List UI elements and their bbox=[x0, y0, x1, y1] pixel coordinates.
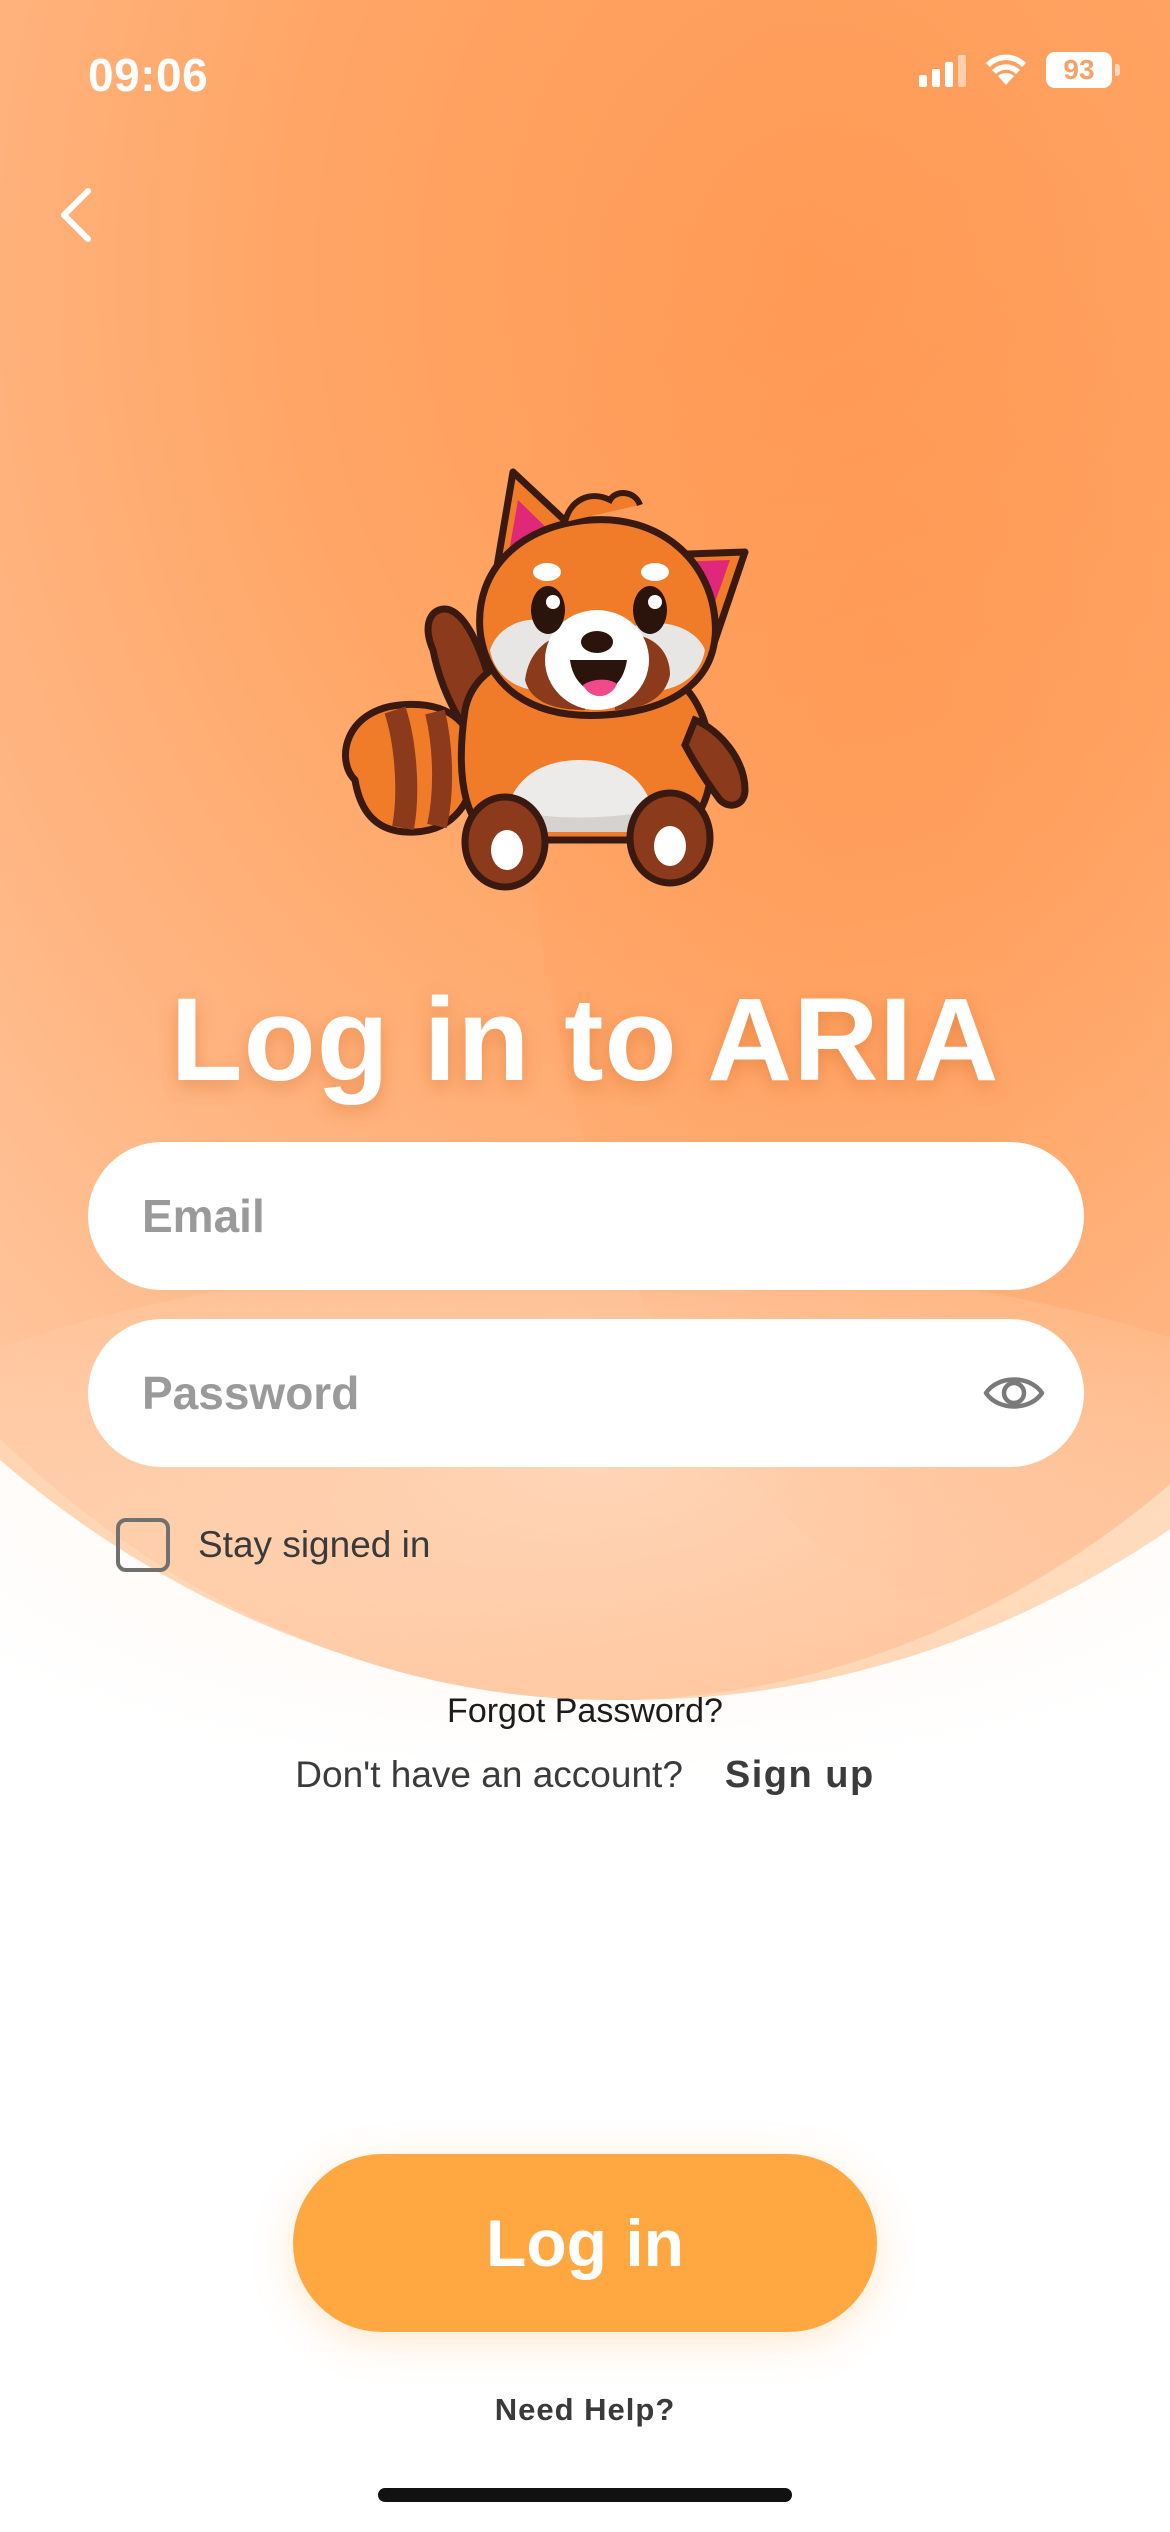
forgot-password-link[interactable]: Forgot Password? bbox=[447, 1692, 723, 1730]
email-input[interactable] bbox=[142, 1189, 1030, 1243]
forgot-password-row: Forgot Password? bbox=[0, 1692, 1170, 1731]
eye-icon[interactable] bbox=[982, 1363, 1046, 1423]
password-input[interactable] bbox=[142, 1366, 1030, 1420]
battery-level: 93 bbox=[1063, 54, 1095, 85]
signup-prompt: Don't have an account? bbox=[295, 1754, 683, 1795]
stay-signed-in-label: Stay signed in bbox=[198, 1524, 431, 1565]
stay-signed-in-row[interactable]: Stay signed in bbox=[116, 1518, 430, 1572]
chevron-left-icon bbox=[61, 188, 91, 242]
battery-icon: 93 bbox=[1046, 52, 1120, 88]
status-time: 09:06 bbox=[88, 49, 209, 101]
password-field[interactable] bbox=[88, 1319, 1084, 1467]
need-help-link[interactable]: Need Help? bbox=[495, 2392, 676, 2427]
status-bar: 09:06 93 bbox=[0, 0, 1170, 150]
stay-signed-in-checkbox[interactable] bbox=[116, 1518, 170, 1572]
email-field[interactable] bbox=[88, 1142, 1084, 1290]
home-indicator[interactable] bbox=[378, 2488, 792, 2502]
login-button-label: Log in bbox=[486, 2206, 684, 2280]
login-button[interactable]: Log in bbox=[293, 2154, 877, 2332]
wifi-icon bbox=[984, 53, 1028, 87]
need-help-row: Need Help? bbox=[0, 2392, 1170, 2428]
signup-row: Don't have an account? Sign up bbox=[0, 1754, 1170, 1797]
page-title: Log in to ARIA bbox=[170, 974, 1000, 1106]
signup-link[interactable]: Sign up bbox=[725, 1754, 875, 1797]
cellular-signal-icon bbox=[919, 53, 966, 87]
back-button[interactable] bbox=[48, 180, 104, 250]
status-icons: 93 bbox=[919, 52, 1120, 88]
red-panda-mascot bbox=[342, 468, 749, 891]
